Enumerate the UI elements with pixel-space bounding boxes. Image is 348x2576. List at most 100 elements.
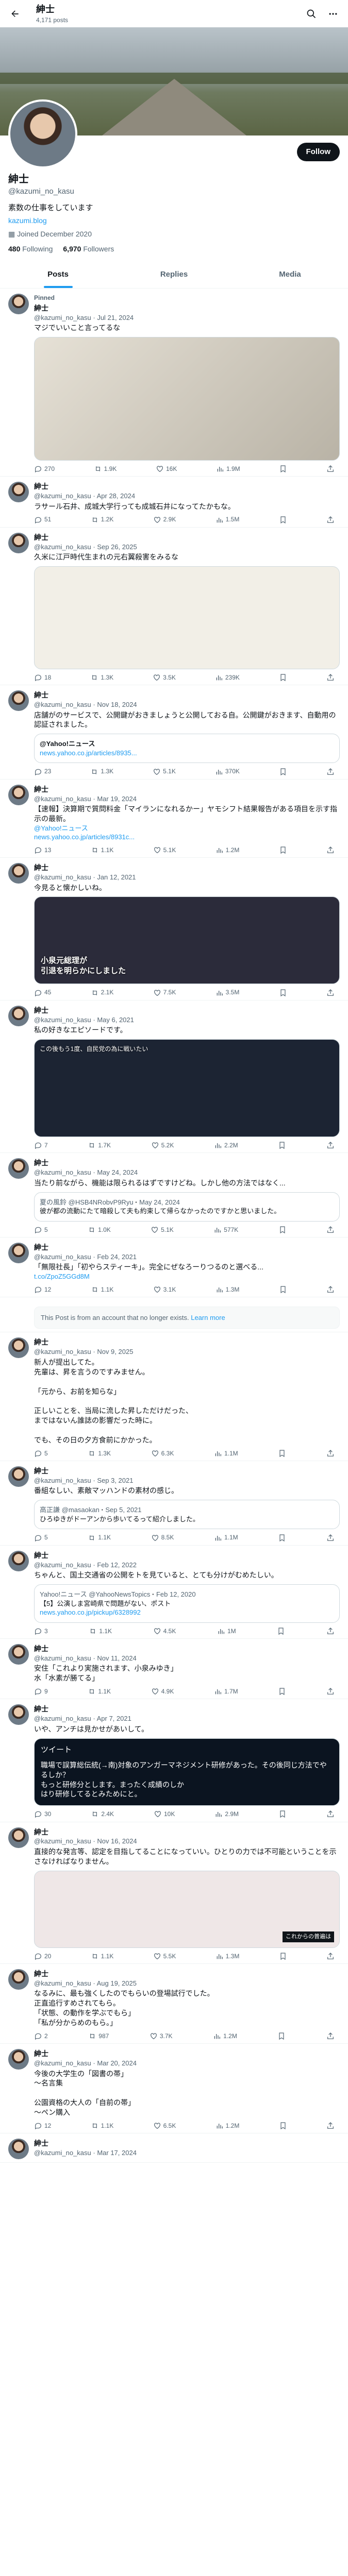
tweet-author-name[interactable]: 紳士 <box>34 2049 48 2058</box>
reply-action[interactable]: 30 <box>34 1810 51 1818</box>
tweet-handle[interactable]: @kazumi_no_kasu <box>34 873 91 881</box>
like-action[interactable]: 7.5K <box>153 988 176 996</box>
quoted-tweet[interactable]: 高正謙 @masaokan · Sep 5, 2021 ひろゆきがドーアンから歩い… <box>34 1500 340 1530</box>
bookmark-icon[interactable] <box>277 2032 286 2040</box>
tweet[interactable]: 紳士 @kazumi_no_kasu · Nov 9, 2025 新人が提出してた… <box>0 1332 348 1462</box>
repost-action[interactable]: 1.3K <box>88 1449 111 1458</box>
reply-action[interactable]: 9 <box>34 1687 48 1696</box>
share-icon[interactable] <box>326 1810 335 1818</box>
tweet-avatar[interactable] <box>8 1005 29 1026</box>
views-action[interactable]: 1M <box>217 1627 236 1635</box>
tab-media[interactable]: Media <box>232 261 348 288</box>
tweet-date[interactable]: Jan 12, 2021 <box>97 873 136 881</box>
bookmark-icon[interactable] <box>278 1141 286 1149</box>
tweet-handle[interactable]: @kazumi_no_kasu <box>34 543 91 551</box>
quoted-tweet[interactable]: 夏の風鈴 @HSB4NRobvP9Ryu · May 24, 2024 彼が都の流… <box>34 1192 340 1222</box>
views-action[interactable]: 1.5M <box>216 515 239 523</box>
tweet-author-name[interactable]: 紳士 <box>34 533 48 541</box>
share-icon[interactable] <box>326 2122 335 2130</box>
quote-link[interactable]: news.yahoo.co.jp/articles/8935... <box>40 749 334 758</box>
tweet-video[interactable]: この後もう1度、自民党の為に戦いたい <box>34 1039 340 1137</box>
tweet-avatar[interactable] <box>8 1704 29 1725</box>
views-action[interactable]: 1.2M <box>216 2122 239 2130</box>
repost-action[interactable]: 1.7K <box>88 1141 111 1149</box>
repost-action[interactable]: 987 <box>88 2032 109 2040</box>
tweet-avatar[interactable] <box>8 1466 29 1487</box>
bookmark-icon[interactable] <box>279 767 287 775</box>
repost-action[interactable]: 1.1K <box>91 2122 113 2130</box>
tweet-date[interactable]: Nov 16, 2024 <box>97 1837 137 1845</box>
bookmark-icon[interactable] <box>279 1952 287 1960</box>
tweet-handle[interactable]: @kazumi_no_kasu <box>34 1561 91 1569</box>
tweet-image[interactable] <box>34 336 340 461</box>
reply-action[interactable]: 51 <box>34 515 51 523</box>
tweet-date[interactable]: Nov 18, 2024 <box>97 701 137 708</box>
tweet[interactable]: 紳士 @kazumi_no_kasu · Nov 11, 2024 安住「これより… <box>0 1639 348 1700</box>
repost-action[interactable]: 1.9K <box>94 465 117 473</box>
like-action[interactable]: 3.5K <box>153 673 176 682</box>
tweet-date[interactable]: Mar 17, 2024 <box>97 2149 137 2157</box>
tweet-handle[interactable]: @kazumi_no_kasu <box>34 492 91 500</box>
views-action[interactable]: 1.9M <box>216 465 240 473</box>
tweet-handle[interactable]: @kazumi_no_kasu <box>34 1837 91 1845</box>
like-action[interactable]: 5.5K <box>153 1952 176 1960</box>
tweet-handle[interactable]: @kazumi_no_kasu <box>34 1168 91 1176</box>
tweet-date[interactable]: Feb 12, 2022 <box>97 1561 137 1569</box>
like-action[interactable]: 10K <box>154 1810 175 1818</box>
tweet-date[interactable]: Sep 3, 2021 <box>97 1477 133 1484</box>
views-action[interactable]: 1.3M <box>216 1285 239 1294</box>
repost-action[interactable]: 1.1K <box>88 1687 111 1696</box>
share-icon[interactable] <box>326 515 335 523</box>
reply-action[interactable]: 18 <box>34 673 51 682</box>
tweet[interactable]: 紳士 @kazumi_no_kasu · May 24, 2024 当たり前ながら… <box>0 1153 348 1238</box>
bookmark-icon[interactable] <box>279 465 287 473</box>
views-action[interactable]: 1.2M <box>216 846 239 854</box>
tweet[interactable]: 紳士 @kazumi_no_kasu · Nov 16, 2024 直接的な発言等… <box>0 1822 348 1964</box>
views-action[interactable]: 1.3M <box>216 1952 239 1960</box>
share-icon[interactable] <box>326 1141 335 1149</box>
reply-action[interactable]: 23 <box>34 767 51 775</box>
tweet-avatar[interactable] <box>8 2139 29 2160</box>
tweet[interactable]: 紳士 @kazumi_no_kasu · Feb 12, 2022 ちゃんと、国土… <box>0 1546 348 1639</box>
tweet[interactable]: This Post is from an account that no lon… <box>0 1297 348 1333</box>
reply-action[interactable]: 5 <box>34 1226 48 1234</box>
tweet[interactable]: 紳士 @kazumi_no_kasu · Jan 12, 2021 今見ると懐かし… <box>0 858 348 1001</box>
tweet-handle[interactable]: @kazumi_no_kasu <box>34 1654 91 1662</box>
tweet-image[interactable]: これからの普遍は <box>34 1870 340 1948</box>
tweet[interactable]: 紳士 @kazumi_no_kasu · Mar 17, 2024 <box>0 2133 348 2163</box>
tweet-avatar[interactable] <box>8 1643 29 1665</box>
bookmark-icon[interactable] <box>279 846 287 854</box>
tweet-handle[interactable]: @kazumi_no_kasu <box>34 1253 91 1261</box>
tweet-date[interactable]: Feb 24, 2021 <box>97 1253 137 1261</box>
tweet-date[interactable]: Mar 19, 2024 <box>97 795 137 803</box>
repost-action[interactable]: 1.3K <box>90 767 113 775</box>
tweet-date[interactable]: Apr 28, 2024 <box>97 492 135 500</box>
tweet-handle[interactable]: @kazumi_no_kasu <box>34 1016 91 1024</box>
like-action[interactable]: 4.9K <box>151 1687 174 1696</box>
repost-action[interactable]: 1.0K <box>88 1226 111 1234</box>
repost-action[interactable]: 1.2K <box>91 515 113 523</box>
follow-button[interactable]: Follow <box>296 143 340 162</box>
share-icon[interactable] <box>326 1533 335 1541</box>
repost-action[interactable]: 2.4K <box>91 1810 114 1818</box>
reply-action[interactable]: 45 <box>34 988 51 996</box>
tweet-date[interactable]: Mar 20, 2024 <box>97 2059 137 2067</box>
tweet-author-name[interactable]: 紳士 <box>34 1828 48 1836</box>
like-action[interactable]: 4.5K <box>153 1627 176 1635</box>
reply-action[interactable]: 5 <box>34 1449 48 1458</box>
tweet-handle[interactable]: @kazumi_no_kasu <box>34 1979 91 1987</box>
tab-posts[interactable]: Posts <box>0 261 116 288</box>
search-icon[interactable] <box>303 5 320 23</box>
tweet-author-name[interactable]: 紳士 <box>34 1551 48 1560</box>
tweet-link[interactable]: @Yahoo!ニュース <box>34 824 340 833</box>
repost-action[interactable]: 1.1K <box>91 1952 113 1960</box>
bookmark-icon[interactable] <box>278 1810 287 1818</box>
tweet-author-name[interactable]: 紳士 <box>34 863 48 872</box>
bookmark-icon[interactable] <box>279 1285 287 1294</box>
like-action[interactable]: 6.5K <box>153 2122 176 2130</box>
tweet-date[interactable]: Sep 26, 2025 <box>97 543 137 551</box>
tweet-handle[interactable]: @kazumi_no_kasu <box>34 1715 91 1722</box>
tweet-video[interactable]: 小泉元総理が 引退を明らかにしました <box>34 896 340 985</box>
tweet[interactable]: 紳士 @kazumi_no_kasu · Mar 19, 2024 【速報】決算期… <box>0 779 348 858</box>
views-action[interactable]: 1.2M <box>213 2032 237 2040</box>
